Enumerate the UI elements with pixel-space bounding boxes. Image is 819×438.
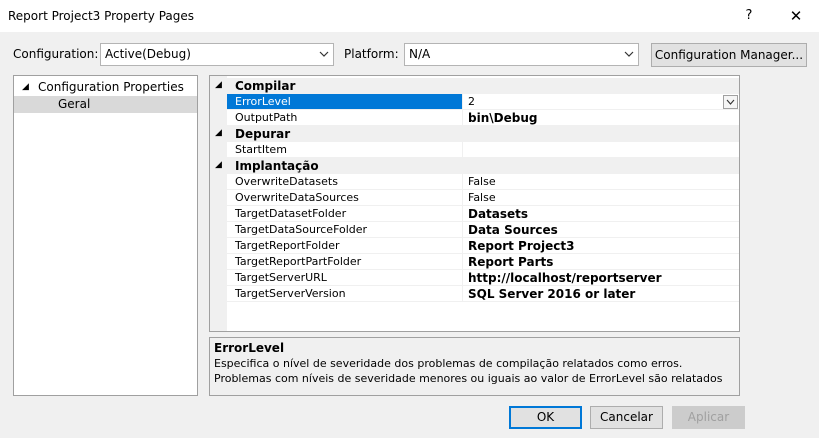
cancel-button[interactable]: Cancelar [590, 406, 663, 429]
property-row-overwritedatasources[interactable]: OverwriteDataSources False [210, 190, 739, 206]
ok-button[interactable]: OK [509, 406, 582, 429]
tree-node-geral[interactable]: Geral [14, 96, 197, 113]
property-row-targetdatasourcefolder[interactable]: TargetDataSourceFolder Data Sources [210, 222, 739, 238]
property-name: OutputPath [227, 110, 463, 126]
property-name: ErrorLevel [227, 94, 463, 110]
chevron-down-icon [624, 51, 634, 57]
property-value[interactable]: Data Sources [463, 222, 739, 238]
property-value[interactable]: bin\Debug [463, 110, 739, 126]
expanded-triangle-icon[interactable]: ◢ [22, 79, 29, 96]
property-value[interactable]: Report Parts [463, 254, 739, 270]
property-row-outputpath[interactable]: OutputPath bin\Debug [210, 110, 739, 126]
platform-dropdown[interactable]: N/A [404, 43, 639, 66]
property-name: TargetDatasetFolder [227, 206, 463, 222]
property-value[interactable]: False [463, 174, 739, 190]
help-button[interactable]: ? [726, 0, 772, 32]
description-title: ErrorLevel [214, 341, 285, 355]
category-depurar[interactable]: ◢ Depurar [210, 126, 739, 142]
expanded-triangle-icon[interactable]: ◢ [215, 80, 222, 90]
apply-button: Aplicar [672, 406, 745, 429]
tree-node-label: Configuration Properties [38, 80, 184, 94]
property-name: StartItem [227, 142, 463, 158]
property-row-targetreportpartfolder[interactable]: TargetReportPartFolder Report Parts [210, 254, 739, 270]
property-value[interactable]: False [463, 190, 739, 206]
configuration-value: Active(Debug) [105, 47, 191, 61]
expanded-triangle-icon[interactable]: ◢ [215, 128, 222, 138]
property-name: TargetReportPartFolder [227, 254, 463, 270]
configuration-tree: ◢ Configuration Properties Geral [13, 75, 198, 396]
platform-label: Platform: [344, 47, 399, 61]
property-name: TargetDataSourceFolder [227, 222, 463, 238]
property-value[interactable]: http://localhost/reportserver [463, 270, 739, 286]
property-row-errorlevel[interactable]: ErrorLevel 2 [210, 94, 739, 110]
property-value[interactable]: Report Project3 [463, 238, 739, 254]
property-name: TargetReportFolder [227, 238, 463, 254]
expanded-triangle-icon[interactable]: ◢ [215, 160, 222, 170]
property-name: OverwriteDataSources [227, 190, 463, 206]
configuration-label: Configuration: [13, 47, 99, 61]
property-name: OverwriteDatasets [227, 174, 463, 190]
property-row-targetreportfolder[interactable]: TargetReportFolder Report Project3 [210, 238, 739, 254]
platform-value: N/A [409, 47, 431, 61]
title-bar: Report Project3 Property Pages ? ✕ [0, 0, 819, 32]
property-row-targetserverurl[interactable]: TargetServerURL http://localhost/reports… [210, 270, 739, 286]
tree-node-label: Geral [58, 97, 91, 111]
property-value[interactable]: 2 [463, 94, 739, 110]
category-label: Compilar [235, 79, 296, 93]
category-implantacao[interactable]: ◢ Implantação [210, 158, 739, 174]
description-panel: ErrorLevel Especifica o nível de severid… [209, 337, 740, 396]
category-label: Depurar [235, 127, 291, 141]
property-name: TargetServerVersion [227, 286, 463, 302]
chevron-down-icon [319, 51, 329, 57]
chevron-down-icon [726, 99, 735, 105]
property-grid: ◢ Compilar ErrorLevel 2 OutputPath bin\D… [209, 75, 740, 332]
category-label: Implantação [235, 159, 319, 173]
property-row-startitem[interactable]: StartItem [210, 142, 739, 158]
category-compilar[interactable]: ◢ Compilar [210, 78, 739, 94]
window-title: Report Project3 Property Pages [8, 9, 194, 23]
property-value[interactable]: Datasets [463, 206, 739, 222]
configuration-manager-button[interactable]: Configuration Manager... [651, 43, 807, 67]
property-row-targetserverversion[interactable]: TargetServerVersion SQL Server 2016 or l… [210, 286, 739, 302]
configuration-dropdown[interactable]: Active(Debug) [100, 43, 334, 66]
close-button[interactable]: ✕ [773, 0, 819, 32]
property-value[interactable]: SQL Server 2016 or later [463, 286, 739, 302]
value-dropdown-button[interactable] [723, 95, 738, 109]
property-value[interactable] [463, 142, 739, 158]
property-row-targetdatasetfolder[interactable]: TargetDatasetFolder Datasets [210, 206, 739, 222]
tree-node-configuration-properties[interactable]: ◢ Configuration Properties [14, 79, 197, 96]
property-row-overwritedatasets[interactable]: OverwriteDatasets False [210, 174, 739, 190]
property-name: TargetServerURL [227, 270, 463, 286]
description-text: Especifica o nível de severidade dos pro… [214, 357, 723, 385]
